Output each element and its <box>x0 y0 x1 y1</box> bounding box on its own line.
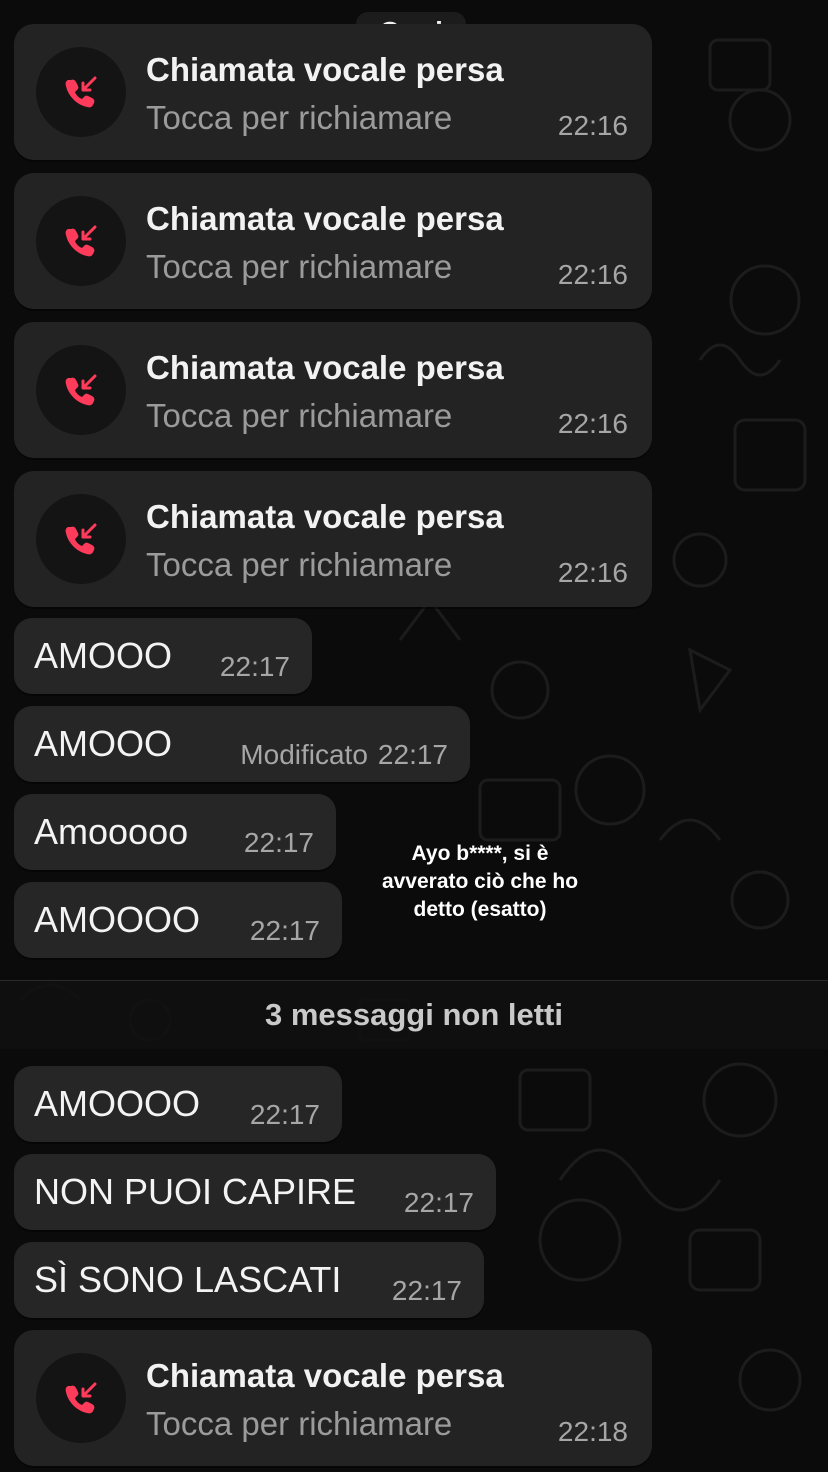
message-time: 22:17 <box>249 1099 320 1130</box>
call-subtitle: Tocca per richiamare <box>146 248 453 285</box>
missed-call-icon <box>36 1353 126 1443</box>
message-text: AMOOO <box>34 723 173 764</box>
missed-call-icon <box>36 196 126 286</box>
message-text: AMOOO <box>34 635 173 676</box>
message-text: NON PUOI CAPIRE <box>34 1171 357 1212</box>
message-bubble[interactable]: AMOOO Modificato 22:17 <box>14 706 470 782</box>
message-meta: Modificato 22:17 <box>210 739 448 771</box>
call-subtitle: Tocca per richiamare <box>146 397 453 434</box>
call-title: Chiamata vocale persa <box>146 349 504 386</box>
message-bubble[interactable]: Amooooo 22:17 <box>14 794 336 870</box>
missed-call-icon <box>36 47 126 137</box>
call-time: 22:16 <box>557 557 628 588</box>
call-time: 22:16 <box>557 259 628 290</box>
missed-call-icon <box>36 345 126 435</box>
unread-divider-label: 3 messaggi non letti <box>264 997 563 1032</box>
missed-call-card[interactable]: Chiamata vocale persa Tocca per richiama… <box>14 1330 652 1466</box>
message-time: 22:17 <box>377 739 448 770</box>
edited-label: Modificato <box>240 739 368 770</box>
story-caption: Ayo b****, si è avverato ciò che ho dett… <box>381 842 579 921</box>
missed-call-card[interactable]: Chiamata vocale persa Tocca per richiama… <box>14 322 652 458</box>
message-text: SÌ SONO LASCATI <box>34 1259 342 1300</box>
missed-call-card[interactable]: Chiamata vocale persa Tocca per richiama… <box>14 173 652 309</box>
missed-call-icon <box>36 494 126 584</box>
call-time: 22:16 <box>557 110 628 141</box>
unread-divider: 3 messaggi non letti <box>0 980 828 1049</box>
call-title: Chiamata vocale persa <box>146 1357 504 1394</box>
message-bubble[interactable]: NON PUOI CAPIRE 22:17 <box>14 1154 496 1230</box>
call-title: Chiamata vocale persa <box>146 498 504 535</box>
call-title: Chiamata vocale persa <box>146 200 504 237</box>
message-bubble[interactable]: AMOOOO 22:17 <box>14 882 342 958</box>
call-subtitle: Tocca per richiamare <box>146 99 453 136</box>
message-text: Amooooo <box>34 811 189 852</box>
missed-call-card[interactable]: Chiamata vocale persa Tocca per richiama… <box>14 24 652 160</box>
message-time: 22:17 <box>403 1187 474 1218</box>
message-time: 22:17 <box>249 915 320 946</box>
message-time: 22:17 <box>219 651 290 682</box>
message-time: 22:17 <box>391 1275 462 1306</box>
message-bubble[interactable]: AMOOOO 22:17 <box>14 1066 342 1142</box>
call-subtitle: Tocca per richiamare <box>146 546 453 583</box>
call-time: 22:18 <box>557 1416 628 1447</box>
message-time: 22:17 <box>243 827 314 858</box>
call-title: Chiamata vocale persa <box>146 51 504 88</box>
message-text: AMOOOO <box>34 1083 201 1124</box>
missed-call-card[interactable]: Chiamata vocale persa Tocca per richiama… <box>14 471 652 607</box>
message-bubble[interactable]: AMOOO 22:17 <box>14 618 312 694</box>
message-text: AMOOOO <box>34 899 201 940</box>
message-bubble[interactable]: SÌ SONO LASCATI 22:17 <box>14 1242 484 1318</box>
call-subtitle: Tocca per richiamare <box>146 1405 453 1442</box>
call-time: 22:16 <box>557 408 628 439</box>
